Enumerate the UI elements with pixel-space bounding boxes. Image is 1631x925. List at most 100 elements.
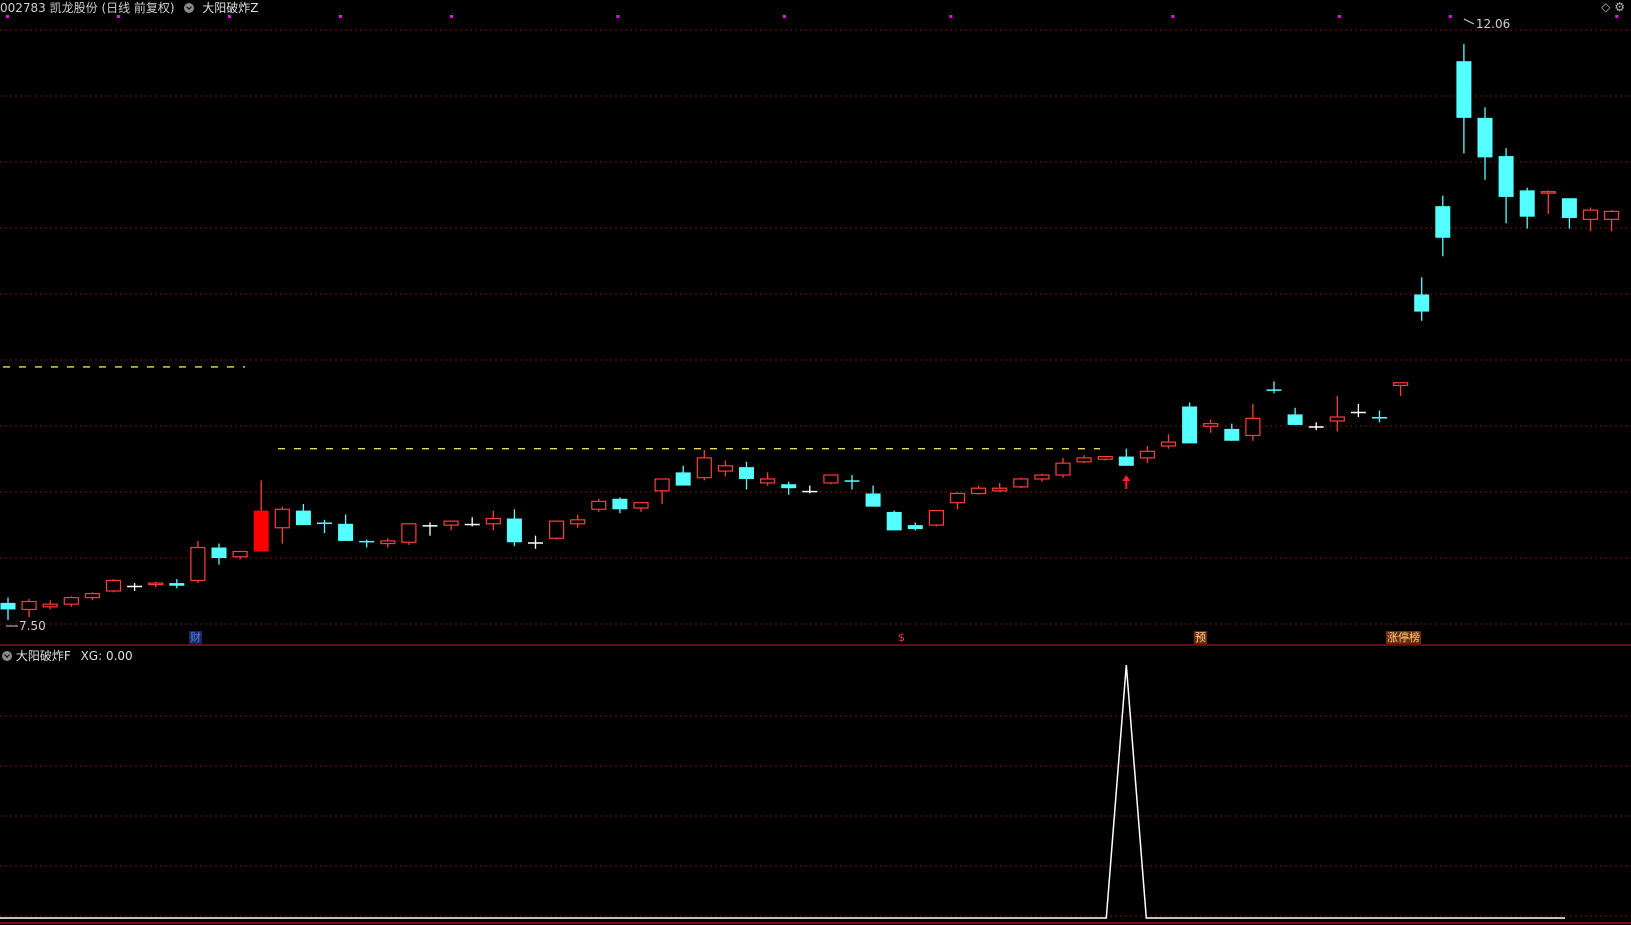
candle-body (1477, 117, 1493, 158)
candle-body (42, 603, 58, 608)
candle-body (844, 480, 860, 482)
candle-body (1013, 478, 1029, 488)
candle-body (612, 498, 628, 510)
candle-body (1266, 389, 1282, 391)
candle-body (548, 520, 565, 539)
candle-body (1308, 426, 1324, 428)
event-marker-dollar[interactable]: $ (897, 631, 906, 644)
event-marker-forecast[interactable]: 预 (1194, 631, 1207, 644)
high-pointer (1463, 18, 1475, 25)
signal-dot (1615, 15, 1619, 18)
candle-body (63, 596, 79, 605)
candle-body (232, 550, 248, 558)
candle-body (886, 511, 902, 531)
candle-body (464, 523, 480, 526)
sub-indicator-name: 大阳破炸F (15, 649, 71, 663)
candle-body (295, 510, 311, 526)
high-price-label: 12.06 (1476, 17, 1510, 31)
candle-body (1561, 198, 1577, 219)
signal-dot (338, 15, 342, 18)
candle-body (1392, 382, 1409, 386)
candle-body (1076, 457, 1092, 463)
candle-body (169, 583, 185, 586)
candle-body (105, 579, 122, 592)
candle-body (1498, 156, 1514, 197)
candle-body (1203, 423, 1219, 427)
candle-body (1034, 474, 1050, 480)
candle-body (401, 523, 417, 543)
signal-dot (616, 15, 620, 18)
candle-body (1414, 294, 1430, 312)
candle-body (802, 490, 818, 493)
candle-body (907, 525, 923, 530)
candle-body (970, 487, 987, 495)
candle-body (1097, 455, 1113, 460)
candle-body (654, 478, 670, 492)
kline-chart[interactable]: 12.06 7.50 (0, 0, 1631, 925)
candle-body (591, 500, 607, 510)
candle-body (992, 487, 1008, 492)
candle-body (190, 546, 206, 582)
candle-body (274, 508, 290, 529)
candle-body (0, 602, 16, 610)
candle-body (570, 519, 586, 525)
candle-body (422, 525, 438, 527)
candle-body (84, 593, 101, 599)
signal-dot (449, 15, 453, 18)
signal-dot (227, 15, 231, 18)
candle-body (823, 474, 839, 484)
candle-body (506, 518, 522, 543)
candle-body (928, 510, 945, 526)
low-price-label: 7.50 (19, 619, 46, 633)
candle-body (127, 585, 143, 588)
candle-body (717, 465, 734, 472)
candle-body (211, 547, 227, 559)
candle-body (443, 520, 459, 526)
candle-body (317, 522, 332, 524)
candle-body (1139, 450, 1156, 459)
signal-dot (949, 15, 953, 18)
candle-body (949, 492, 966, 504)
sub-chart-header: 大阳破炸F XG: 0.00 (0, 648, 133, 664)
candle-body (1456, 61, 1472, 118)
candle-body (1160, 441, 1177, 447)
signal-dot (1337, 15, 1341, 18)
xg-readout: XG: 0.00 (80, 649, 133, 663)
candle-body (338, 523, 354, 541)
candle-body (865, 493, 881, 507)
candle-body (21, 600, 37, 611)
candle-body (1182, 406, 1198, 444)
candle-body (485, 517, 501, 525)
candle-body (781, 484, 797, 489)
candle-body (696, 457, 712, 479)
xg-series-line (0, 664, 1565, 919)
candle-body (675, 472, 691, 486)
candle-body (380, 540, 396, 545)
signal-dot (1448, 15, 1452, 18)
candle-body (1245, 417, 1261, 437)
candle-body (633, 502, 649, 509)
candle-body (759, 478, 776, 484)
candle-body (1287, 414, 1303, 425)
candle-body (528, 542, 543, 544)
chevron-down-icon[interactable] (2, 651, 12, 661)
candle-body (1603, 210, 1620, 220)
candle-body (1435, 206, 1451, 238)
candle-body (1118, 456, 1134, 466)
candle-body (1350, 411, 1366, 414)
candle-body (359, 540, 375, 543)
signal-dot (116, 15, 120, 18)
candle-body (1372, 417, 1387, 419)
candle-body (739, 467, 754, 479)
signal-dot (782, 15, 786, 18)
candle-body (1329, 416, 1345, 422)
signal-dot (6, 15, 9, 18)
candle-body (253, 510, 269, 552)
signal-dot (1171, 15, 1175, 18)
candle-body (1224, 428, 1240, 441)
candle-body (148, 582, 164, 586)
candle-body (1519, 190, 1535, 217)
buy-arrow-icon (1122, 475, 1131, 490)
event-marker-finance[interactable]: 财 (189, 631, 202, 644)
event-marker-limit-up[interactable]: 涨停榜 (1386, 631, 1421, 644)
